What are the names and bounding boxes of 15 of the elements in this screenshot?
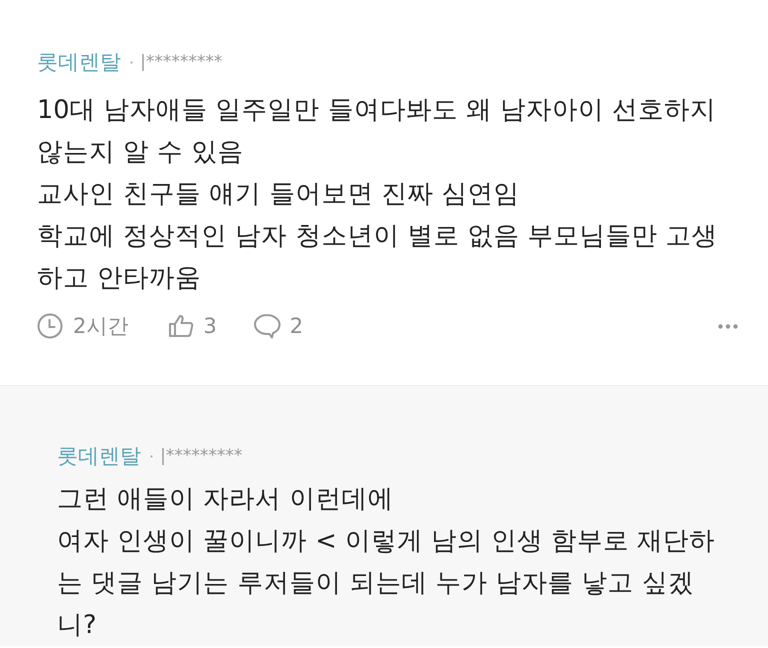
reply-button[interactable]: 2 bbox=[252, 313, 304, 339]
speech-bubble-icon bbox=[252, 313, 281, 339]
thumbs-up-icon bbox=[168, 314, 194, 338]
author-name[interactable]: 롯데렌탈 bbox=[57, 442, 141, 470]
author-name[interactable]: 롯데렌탈 bbox=[37, 48, 121, 76]
user-id: |********* bbox=[140, 52, 222, 72]
more-options-icon[interactable] bbox=[718, 324, 738, 328]
comment-text: 그런 애들이 자라서 이런데에 여자 인생이 꿀이니까 < 이렇게 남의 인생 함부로 재단하 는 댓글 남기는 루저들이 되는데 누가 남자를 낳고 싶겠 니? bbox=[57, 483, 716, 642]
meta-separator: · bbox=[149, 446, 154, 466]
timestamp: 2시간 bbox=[73, 313, 128, 340]
comment-text: 10대 남자애들 일주일만 들여다봐도 왜 남자아이 선호하지 않는지 알 수 있음 교사인 친구들 얘기 들어보면 진짜 심연임 학교에 정상적인 남자 청소년이 별로 없음 부모님들만 고생 하고 안타까움 bbox=[37, 94, 719, 295]
clock-icon bbox=[37, 313, 63, 339]
like-button[interactable]: 3 bbox=[168, 314, 217, 338]
meta-separator: · bbox=[129, 52, 134, 72]
user-id: |********* bbox=[160, 446, 242, 466]
